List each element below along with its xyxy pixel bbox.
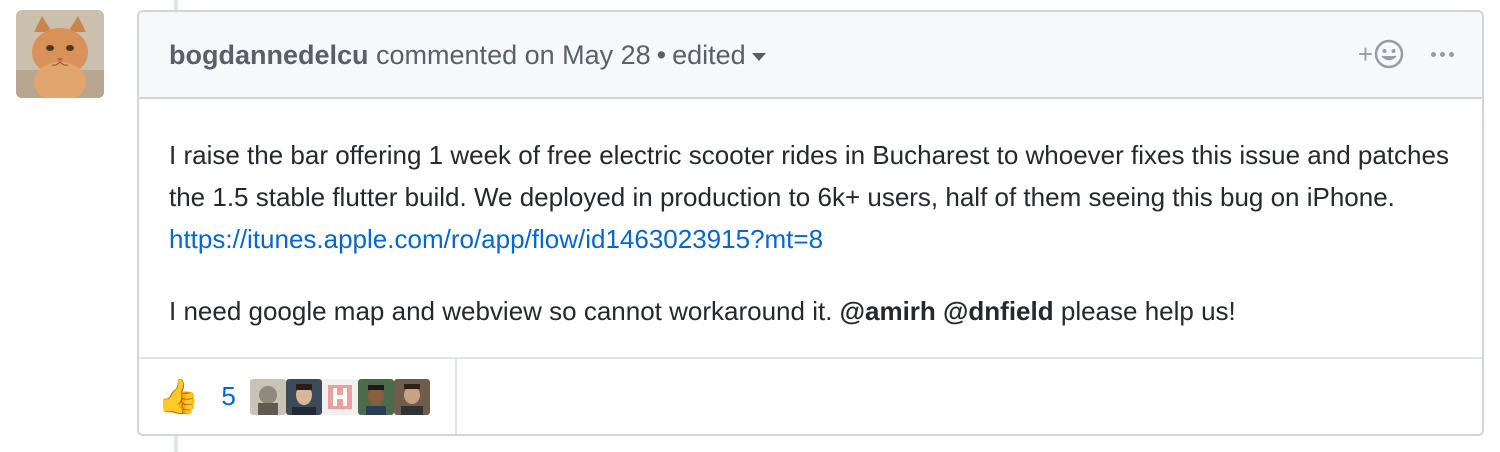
comment-paragraph-2: I need google map and webview so cannot … [169,290,1459,332]
reaction-count: 5 [221,381,236,411]
avatar[interactable] [16,10,104,98]
author-link[interactable]: bogdannedelcu [169,40,369,70]
reactor-avatar[interactable] [393,378,430,415]
caret-down-icon [751,52,766,61]
edited-label: edited [672,40,746,70]
comment-meta: bogdannedelcu commented on May 28 • edited [169,38,766,72]
comment-paragraph-1: I raise the bar offering 1 week of free … [169,134,1459,260]
reactor-avatar[interactable] [249,378,286,415]
smiley-icon [1374,39,1404,69]
header-actions: + [1358,38,1454,70]
paragraph-2-text: I need google map and webview so cannot … [169,296,833,326]
mention-dnfield[interactable]: @dnfield [943,296,1054,326]
add-reaction-button[interactable]: + [1358,38,1405,70]
more-options-icon[interactable] [1431,39,1454,69]
reactor-avatar[interactable] [321,378,358,415]
app-store-link[interactable]: https://itunes.apple.com/ro/app/flow/id1… [169,224,823,254]
comment-header: bogdannedelcu commented on May 28 • edited… [139,12,1482,99]
comment-action-text[interactable]: commented on May 28 [376,40,651,70]
comment-body: I raise the bar offering 1 week of free … [169,134,1459,362]
thumbs-up-icon: 👍 [157,377,200,416]
reactor-avatar[interactable] [357,378,394,415]
plus-icon: + [1357,38,1373,69]
separator-dot: • [656,40,667,70]
mention-amirh[interactable]: @amirh [840,296,936,326]
cat-avatar-image [16,10,104,98]
paragraph-1-text: I raise the bar offering 1 week of free … [169,140,1449,212]
paragraph-2-tail: please help us! [1060,296,1236,326]
reactions-bar: 👍 5 [139,357,1482,434]
reaction-thumbs-up[interactable]: 👍 5 [139,359,457,434]
edited-dropdown[interactable]: edited [672,40,766,70]
comment-box: bogdannedelcu commented on May 28 • edited… [137,10,1484,436]
reactor-avatar[interactable] [285,378,322,415]
